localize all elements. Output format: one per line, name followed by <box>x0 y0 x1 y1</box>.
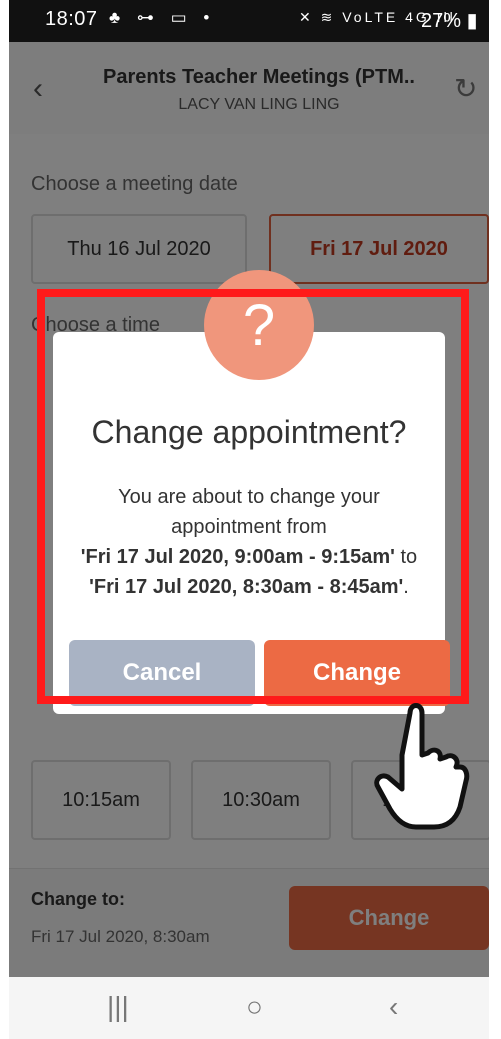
home-icon[interactable]: ○ <box>246 991 263 1023</box>
nav-back-icon[interactable]: ‹ <box>389 991 398 1023</box>
recents-icon[interactable]: ||| <box>107 991 129 1023</box>
system-nav-bar: ||| ○ ‹ <box>9 977 489 1039</box>
pointing-hand-icon <box>374 703 470 830</box>
status-bar: 18:07 ♣ ⊶ ▭ • ✕ ≋ VoLTE 4G ıll 27% ▮ <box>9 0 489 42</box>
highlight-frame <box>37 289 469 704</box>
notification-icons: ♣ ⊶ ▭ • <box>109 8 216 27</box>
battery-indicator: 27% ▮ <box>421 10 478 32</box>
clock: 18:07 <box>45 8 98 30</box>
